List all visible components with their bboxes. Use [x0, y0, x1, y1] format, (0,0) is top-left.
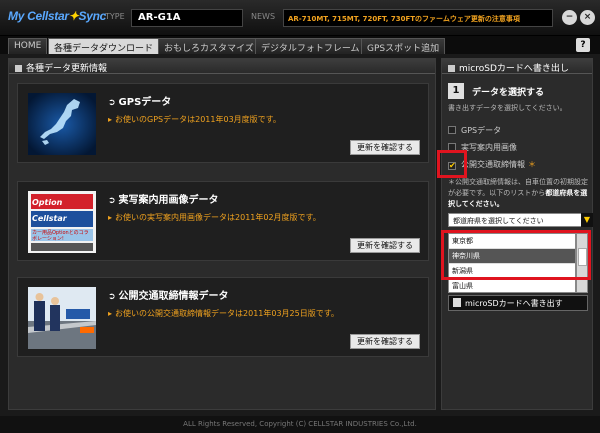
copyright-footer: ALL Rights Reserved, Copyright (C) CELLS…	[0, 416, 600, 433]
traffic-info-title: ➲ 公開交通取締情報データ	[108, 287, 229, 302]
tab-bar: HOME 各種データダウンロード おもしろカスタマイズ デジタルフォトフレーム …	[0, 36, 600, 54]
logo-prefix: My Cellstar	[8, 9, 69, 23]
type-label: TYPE	[105, 12, 125, 21]
step-select-data: 1 データを選択する	[448, 83, 588, 101]
gps-data-title: ➲ GPSデータ	[108, 93, 171, 108]
device-type-value: AR-G1A	[131, 9, 243, 27]
news-label: NEWS	[251, 12, 276, 21]
write-button-label: microSDカードへ書き出す	[465, 299, 563, 308]
microsd-title: microSDカードへ書き出し	[459, 64, 569, 74]
option-gps-data[interactable]: GPSデータ	[448, 125, 501, 136]
option-label: 公開交通取締情報	[461, 160, 525, 169]
minimize-button[interactable]: −	[562, 10, 577, 25]
japan-map-thumbnail	[28, 93, 96, 155]
photo-guide-title: ➲ 実写案内用画像データ	[108, 191, 219, 206]
traffic-info-status: ▸ お使いの公開交通取締情報データは2011年03月25日版です。	[108, 308, 339, 319]
step-title: データを選択する	[472, 88, 545, 98]
option-cellstar-thumbnail: Option Cellstar カー用品Optionとのコラボレーション!	[28, 191, 96, 253]
data-update-header: 各種データ更新情報	[9, 59, 435, 74]
asterisk-mark: ＊	[528, 160, 536, 169]
logo-suffix: Sync	[78, 9, 107, 23]
news-ticker[interactable]: AR-710MT, 715MT, 720FT, 730FTのファームウェア更新の…	[283, 9, 553, 27]
sd-card-icon	[453, 298, 461, 307]
circle-arrow-icon: ➲	[108, 98, 116, 108]
prefecture-note: ＊公開交通取締情報は、自車位置の初期設定が必要です。以下のリストから都道府県を選…	[448, 177, 588, 210]
traffic-police-thumbnail	[28, 287, 96, 349]
square-icon	[448, 65, 455, 72]
triangle-bullet-icon: ▸	[108, 309, 113, 318]
thumb-caption: カー用品Optionとのコラボレーション!	[32, 230, 89, 242]
highlight-checkbox-annotation	[437, 150, 467, 178]
circle-arrow-icon: ➲	[108, 292, 116, 302]
tab-home[interactable]: HOME	[8, 38, 48, 54]
data-update-title: 各種データ更新情報	[26, 64, 108, 74]
gps-data-status: ▸ お使いのGPSデータは2011年03月度版です。	[108, 114, 281, 125]
gps-data-card: ➲ GPSデータ ▸ お使いのGPSデータは2011年03月度版です。 更新を確認す…	[17, 83, 429, 163]
close-button[interactable]: ×	[580, 10, 595, 25]
traffic-status-text: お使いの公開交通取締情報データは2011年03月25日版です。	[115, 309, 339, 318]
checkbox[interactable]	[448, 126, 456, 134]
traffic-update-button[interactable]: 更新を確認する	[350, 334, 420, 349]
logo-star-icon: ✦	[68, 9, 79, 23]
triangle-bullet-icon: ▸	[108, 213, 113, 222]
top-bar: My Cellstar✦Sync TYPE AR-G1A NEWS AR-710…	[0, 0, 600, 36]
highlight-dropdown-annotation	[441, 230, 591, 280]
step-description: 書き出すデータを選択してください。	[448, 104, 567, 112]
tab-photo-frame[interactable]: デジタルフォトフレーム	[255, 38, 366, 54]
photo-title-text: 実写案内用画像データ	[118, 195, 219, 206]
photo-update-button[interactable]: 更新を確認する	[350, 238, 420, 253]
write-to-microsd-button[interactable]: microSDカードへ書き出す	[448, 295, 588, 311]
option-label: GPSデータ	[461, 126, 502, 135]
chevron-down-icon[interactable]: ▼	[581, 213, 593, 227]
triangle-bullet-icon: ▸	[108, 115, 113, 124]
tab-customize[interactable]: おもしろカスタマイズ	[158, 38, 260, 54]
thumb-brand-text: Option Cellstar	[32, 198, 67, 223]
tab-gps-spot[interactable]: GPSスポット追加	[361, 38, 446, 54]
help-button[interactable]: ?	[576, 38, 590, 52]
note-end: してください。	[455, 200, 504, 208]
traffic-info-card: ➲ 公開交通取締情報データ ▸ お使いの公開交通取締情報データは2011年03月25…	[17, 277, 429, 357]
gps-update-button[interactable]: 更新を確認する	[350, 140, 420, 155]
step-number: 1	[448, 83, 464, 99]
tab-data-download[interactable]: 各種データダウンロード	[48, 38, 160, 54]
circle-arrow-icon: ➲	[108, 196, 116, 206]
option-label: 実写案内用画像	[461, 143, 517, 152]
dropdown-item[interactable]: 富山県	[449, 279, 575, 292]
data-update-panel: 各種データ更新情報 ➲ GPSデータ ▸ お使いのGPSデータは2011年03月度版…	[8, 58, 436, 410]
square-icon	[15, 65, 22, 72]
app-logo: My Cellstar✦Sync	[8, 9, 106, 23]
photo-guide-card: Option Cellstar カー用品Optionとのコラボレーション! ➲ 実…	[17, 181, 429, 261]
photo-status-text: お使いの実写案内用画像データは2011年02月度版です。	[115, 213, 321, 222]
photo-guide-status: ▸ お使いの実写案内用画像データは2011年02月度版です。	[108, 212, 321, 223]
traffic-title-text: 公開交通取締情報データ	[118, 291, 229, 302]
gps-status-text: お使いのGPSデータは2011年03月度版です。	[115, 115, 281, 124]
microsd-header: microSDカードへ書き出し	[442, 59, 592, 74]
prefecture-select[interactable]: 都道府県を選択してください	[448, 213, 582, 227]
gps-title-text: GPSデータ	[118, 97, 172, 108]
